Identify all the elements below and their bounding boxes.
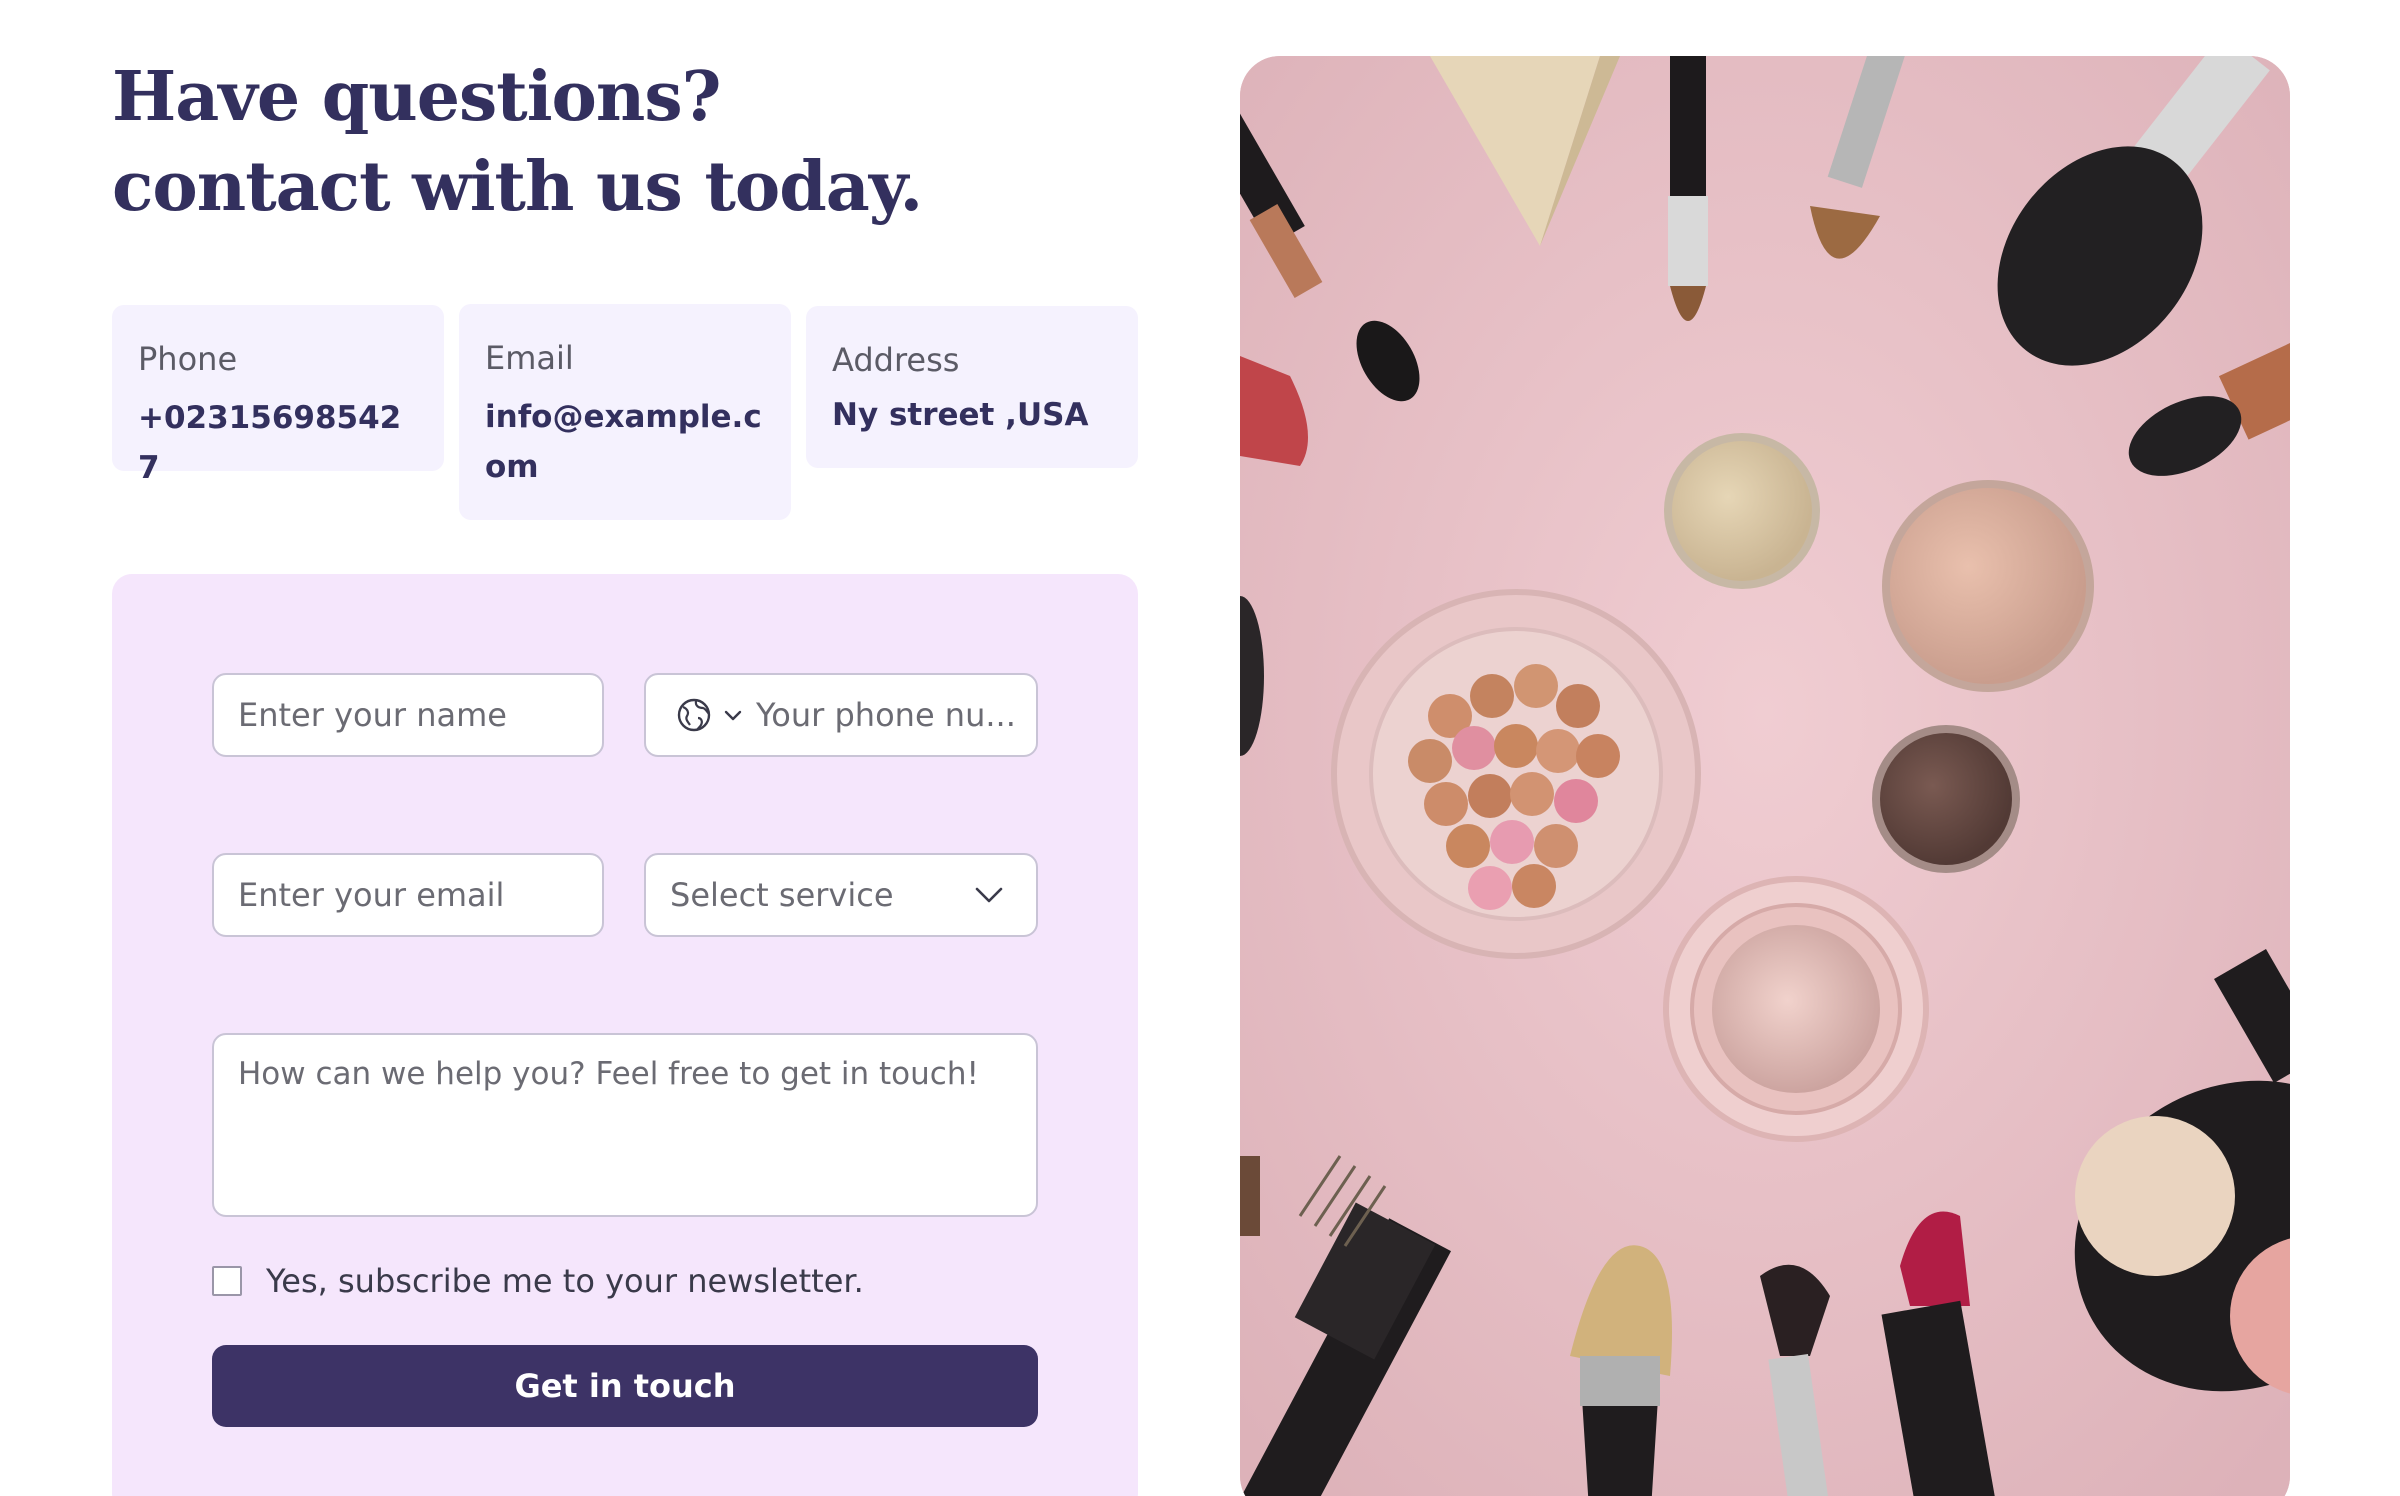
phone-label: Phone: [138, 340, 238, 378]
newsletter-checkbox[interactable]: [212, 1266, 242, 1296]
chevron-down-icon[interactable]: [722, 704, 744, 726]
phone-value: +023156985427: [138, 400, 402, 486]
heading-line-2: contact with us today.: [112, 147, 923, 227]
email-label: Email: [485, 339, 574, 377]
makeup-photo-illustration: [1240, 56, 2290, 1496]
globe-icon[interactable]: [676, 697, 712, 733]
newsletter-label[interactable]: Yes, subscribe me to your newsletter.: [266, 1262, 864, 1300]
newsletter-option[interactable]: Yes, subscribe me to your newsletter.: [212, 1262, 864, 1300]
service-select-value[interactable]: Select service: [670, 876, 972, 914]
chevron-down-icon[interactable]: [972, 878, 1006, 912]
phone-info-card: Phone +023156985427: [112, 305, 444, 486]
email-info-card: Email info@example.com: [459, 304, 791, 520]
email-input[interactable]: [212, 853, 604, 937]
phone-placeholder[interactable]: Your phone nu...: [756, 696, 1016, 734]
address-label: Address: [832, 341, 960, 379]
name-input[interactable]: [212, 673, 604, 757]
phone-input[interactable]: Your phone nu...: [644, 673, 1038, 757]
address-info-card: Address Ny street ,USA: [806, 306, 1138, 468]
get-in-touch-button[interactable]: Get in touch: [212, 1345, 1038, 1427]
service-select[interactable]: Select service: [644, 853, 1038, 937]
email-value: info@example.com: [485, 399, 762, 485]
message-textarea[interactable]: [212, 1033, 1038, 1217]
makeup-photo: [1240, 56, 2290, 1496]
address-value: Ny street ,USA: [832, 397, 1089, 433]
page-heading: Have questions? contact with us today.: [112, 52, 923, 232]
heading-line-1: Have questions?: [112, 57, 721, 137]
